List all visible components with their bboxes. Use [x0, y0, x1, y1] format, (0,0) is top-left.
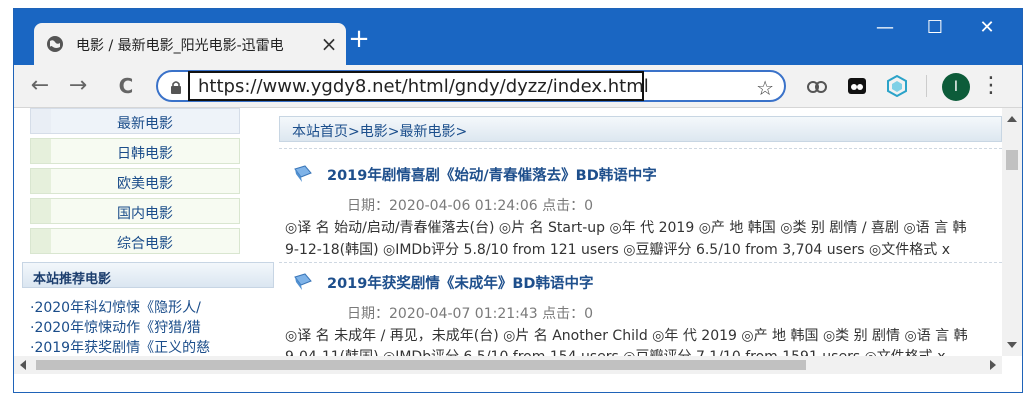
minimize-button[interactable]: — [870, 17, 900, 39]
url-text: https://www.ygdy8.net/html/gndy/dyzz/ind… [198, 76, 649, 97]
scroll-down-icon[interactable] [1007, 342, 1017, 348]
list-item[interactable]: ·2019年获奖剧情《正义的慈 [30, 338, 270, 356]
maximize-button[interactable]: ☐ [920, 17, 950, 39]
sidebar-swatch [31, 139, 51, 163]
page-content: 最新电影 日韩电影 欧美电影 国内电影 综合电影 本站推荐电影 ·2020年科幻… [14, 108, 1002, 356]
breadcrumb: 本站首页>电影>最新电影> [279, 116, 1002, 142]
plus-icon[interactable]: + [347, 26, 371, 52]
sidebar-swatch [31, 109, 51, 133]
extension-icon[interactable] [806, 75, 828, 97]
extension-icon[interactable] [846, 75, 868, 97]
window-close-button[interactable]: ✕ [972, 17, 1002, 39]
browser-toolbar: ← → C https://www.ygdy8.net/html/gndy/dy… [14, 65, 1022, 108]
recommend-header: 本站推荐电影 [22, 262, 274, 288]
sidebar-item-label: 最新电影 [117, 116, 173, 132]
title-bar: 电影 / 最新电影_阳光电影-迅雷电 × + — ☐ ✕ [14, 9, 1022, 65]
movie-icon [294, 165, 312, 182]
list-item[interactable]: ·2020年惊悚动作《狩猎/猎 [30, 318, 270, 338]
breadcrumb-text[interactable]: 本站首页>电影>最新电影> [292, 121, 467, 141]
sidebar-item-label: 综合电影 [117, 236, 173, 252]
address-bar[interactable]: https://www.ygdy8.net/html/gndy/dyzz/ind… [156, 70, 786, 102]
avatar[interactable]: I [942, 73, 970, 101]
sidebar-swatch [31, 169, 51, 193]
recommend-title: 本站推荐电影 [33, 272, 112, 287]
movie-title-link[interactable]: 2019年获奖剧情《未成年》BD韩语中字 [327, 272, 593, 293]
browser-tab[interactable]: 电影 / 最新电影_阳光电影-迅雷电 × [34, 23, 346, 65]
back-icon[interactable]: ← [28, 74, 52, 98]
scroll-thumb[interactable] [1006, 150, 1018, 170]
divider [279, 148, 1002, 149]
sidebar-item-japan-korea[interactable]: 日韩电影 [30, 138, 240, 164]
sidebar-item-domestic[interactable]: 国内电影 [30, 198, 240, 224]
divider [279, 262, 1002, 263]
movie-date: 日期：2020-04-06 01:24:06 点击：0 [347, 198, 594, 214]
movie-date: 日期：2020-04-07 01:21:43 点击：0 [347, 306, 594, 322]
toolbar-divider [926, 75, 927, 97]
sidebar-item-western[interactable]: 欧美电影 [30, 168, 240, 194]
movie-icon [294, 273, 312, 290]
movie-description: ◎译 名 未成年 / 再见，未成年(台) ◎片 名 Another Child … [285, 328, 968, 344]
horizontal-scrollbar[interactable] [14, 356, 1002, 374]
screenshot-frame: 电影 / 最新电影_阳光电影-迅雷电 × + — ☐ ✕ ← → C https… [0, 0, 1036, 400]
scroll-right-icon[interactable] [990, 360, 996, 370]
sidebar-item-general[interactable]: 综合电影 [30, 228, 240, 254]
movie-description: ◎译 名 始动/启动/青春催落去(台) ◎片 名 Start-up ◎年 代 2… [285, 220, 967, 236]
extension-icon[interactable] [886, 75, 908, 97]
forward-icon[interactable]: → [66, 74, 90, 98]
movie-title-link[interactable]: 2019年剧情喜剧《始动/青春催落去》BD韩语中字 [327, 164, 657, 185]
browser-window: 电影 / 最新电影_阳光电影-迅雷电 × + — ☐ ✕ ← → C https… [13, 8, 1023, 393]
scroll-up-icon[interactable] [1007, 116, 1017, 122]
tab-title: 电影 / 最新电影_阳光电影-迅雷电 [76, 38, 284, 54]
sidebar-item-latest[interactable]: 最新电影 [30, 108, 240, 134]
vertical-scrollbar[interactable] [1002, 108, 1022, 356]
list-item[interactable]: ·2020年科幻惊悚《隐形人/ [30, 298, 270, 318]
movie-description: 9-04-11(韩国) ◎IMDb评分 6.5/10 from 154 user… [285, 346, 946, 356]
menu-icon[interactable]: ⋮ [980, 75, 1002, 99]
reload-icon[interactable]: C [114, 74, 138, 98]
scroll-thumb[interactable] [36, 360, 806, 370]
star-icon[interactable]: ☆ [756, 76, 774, 100]
globe-icon [47, 36, 63, 52]
left-sidebar: 最新电影 日韩电影 欧美电影 国内电影 综合电影 本站推荐电影 ·2020年科幻… [22, 108, 274, 356]
recommend-list: ·2020年科幻惊悚《隐形人/ ·2020年惊悚动作《狩猎/猎 ·2019年获奖… [30, 298, 270, 356]
sidebar-item-label: 日韩电影 [117, 146, 173, 162]
main-column: 本站首页>电影>最新电影> 2019年剧情喜剧《始动/青春催落去》BD韩语中字 … [279, 108, 1002, 356]
sidebar-item-label: 欧美电影 [117, 176, 173, 192]
movie-description: 9-12-18(韩国) ◎IMDb评分 5.8/10 from 121 user… [285, 242, 950, 258]
sidebar-swatch [31, 199, 51, 223]
scroll-left-icon[interactable] [20, 360, 26, 370]
url-field[interactable]: https://www.ygdy8.net/html/gndy/dyzz/ind… [188, 71, 649, 101]
close-icon[interactable]: × [318, 33, 340, 55]
sidebar-item-label: 国内电影 [117, 206, 173, 222]
sidebar-swatch [31, 229, 51, 253]
lock-icon [171, 81, 181, 94]
